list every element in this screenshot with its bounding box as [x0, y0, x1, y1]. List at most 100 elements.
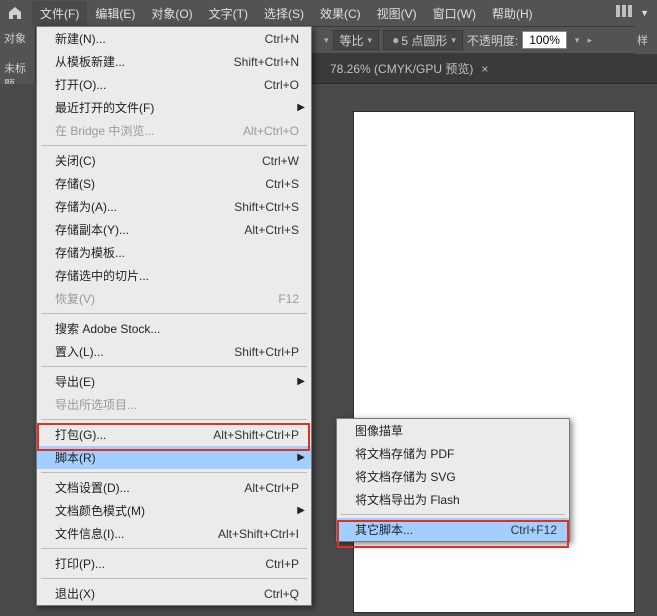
- menu-item-label: 将文档存储为 SVG: [355, 468, 557, 485]
- menu-item-label: 在 Bridge 中浏览...: [55, 122, 243, 139]
- layout-icon[interactable]: [616, 5, 632, 21]
- file-menu-item[interactable]: 文件信息(I)...Alt+Shift+Ctrl+I: [37, 522, 311, 545]
- menu-shortcut: Ctrl+S: [265, 177, 299, 191]
- file-menu-item[interactable]: 存储为(A)...Shift+Ctrl+S: [37, 195, 311, 218]
- right-panel-stub[interactable]: 样: [635, 26, 657, 54]
- chevron-down-icon[interactable]: ▼: [640, 8, 649, 18]
- menu-item-label: 存储(S): [55, 175, 265, 192]
- left-panel-stub: 对象 未标题: [0, 26, 36, 84]
- menu-item-label: 导出(E): [55, 373, 299, 390]
- menu-item-label: 搜索 Adobe Stock...: [55, 320, 299, 337]
- menu-shortcut: Ctrl+W: [262, 154, 299, 168]
- menu-item-label: 打印(P)...: [55, 555, 265, 572]
- submenu-arrow-icon: ▶: [297, 102, 305, 113]
- file-menu-item[interactable]: 存储为模板...: [37, 241, 311, 264]
- script-menu-item[interactable]: 图像描草: [337, 419, 569, 442]
- menu-shortcut: Ctrl+F12: [511, 523, 557, 537]
- menu-effect[interactable]: 效果(C): [312, 1, 369, 26]
- menu-separator: [41, 145, 307, 146]
- menu-select[interactable]: 选择(S): [256, 1, 312, 26]
- menu-item-label: 将文档导出为 Flash: [355, 491, 557, 508]
- menu-item-label: 恢复(V): [55, 290, 278, 307]
- file-menu-item: 导出所选项目...: [37, 393, 311, 416]
- file-menu-item[interactable]: 打印(P)...Ctrl+P: [37, 552, 311, 575]
- file-menu-item[interactable]: 打包(G)...Alt+Shift+Ctrl+P: [37, 423, 311, 446]
- script-menu-item[interactable]: 将文档存储为 SVG: [337, 465, 569, 488]
- menu-separator: [41, 366, 307, 367]
- file-menu-item[interactable]: 最近打开的文件(F)▶: [37, 96, 311, 119]
- menu-help[interactable]: 帮助(H): [484, 1, 541, 26]
- document-tab[interactable]: 78.26% (CMYK/GPU 预览) ×: [318, 54, 500, 83]
- options-bar: ▾ 等比▾ ●5 点圆形▾ 不透明度: 100% ▾ ▸: [312, 26, 635, 54]
- file-menu-item[interactable]: 关闭(C)Ctrl+W: [37, 149, 311, 172]
- chevron-down-icon[interactable]: ▾: [324, 35, 329, 46]
- submenu-arrow-icon: ▶: [297, 452, 305, 463]
- menu-item-label: 关闭(C): [55, 152, 262, 169]
- menu-item-label: 存储选中的切片...: [55, 267, 299, 284]
- file-menu-item[interactable]: 新建(N)...Ctrl+N: [37, 27, 311, 50]
- compare-dropdown[interactable]: 等比▾: [333, 30, 380, 50]
- file-menu-item[interactable]: 从模板新建...Shift+Ctrl+N: [37, 50, 311, 73]
- file-menu-item[interactable]: 存储副本(Y)...Alt+Ctrl+S: [37, 218, 311, 241]
- menu-item-label: 图像描草: [355, 422, 557, 439]
- menu-item-label: 存储为(A)...: [55, 198, 234, 215]
- file-menu-item[interactable]: 打开(O)...Ctrl+O: [37, 73, 311, 96]
- opacity-label: 不透明度:: [467, 32, 518, 49]
- menu-item-label: 打开(O)...: [55, 76, 264, 93]
- chevron-down-icon[interactable]: ▾: [575, 35, 580, 46]
- stub-line1: 对象: [4, 30, 31, 46]
- file-menu-item[interactable]: 脚本(R)▶: [37, 446, 311, 469]
- file-menu-item[interactable]: 存储选中的切片...: [37, 264, 311, 287]
- menu-item-label: 新建(N)...: [55, 30, 265, 47]
- file-menu-item[interactable]: 置入(L)...Shift+Ctrl+P: [37, 340, 311, 363]
- document-tabbar: 78.26% (CMYK/GPU 预览) ×: [312, 54, 657, 84]
- menu-separator: [41, 472, 307, 473]
- menu-view[interactable]: 视图(V): [369, 1, 425, 26]
- chevron-right-icon[interactable]: ▸: [587, 35, 592, 46]
- file-menu-item[interactable]: 文档颜色模式(M)▶: [37, 499, 311, 522]
- file-menu-item[interactable]: 搜索 Adobe Stock...: [37, 317, 311, 340]
- file-menu-item: 恢复(V)F12: [37, 287, 311, 310]
- menu-separator: [341, 514, 565, 515]
- menu-shortcut: Shift+Ctrl+P: [234, 345, 299, 359]
- stroke-dropdown[interactable]: ●5 点圆形▾: [383, 30, 463, 50]
- menu-file[interactable]: 文件(F): [32, 1, 87, 26]
- file-menu-item[interactable]: 退出(X)Ctrl+Q: [37, 582, 311, 605]
- menu-item-label: 从模板新建...: [55, 53, 234, 70]
- compare-label: 等比: [340, 32, 364, 49]
- opacity-value[interactable]: 100%: [522, 31, 567, 49]
- submenu-arrow-icon: ▶: [297, 505, 305, 516]
- menu-item-label: 导出所选项目...: [55, 396, 299, 413]
- menu-separator: [41, 548, 307, 549]
- menu-object[interactable]: 对象(O): [143, 1, 200, 26]
- script-menu-item[interactable]: 其它脚本...Ctrl+F12: [337, 518, 569, 541]
- menu-window[interactable]: 窗口(W): [425, 1, 484, 26]
- menu-separator: [41, 419, 307, 420]
- menu-item-label: 打包(G)...: [55, 426, 213, 443]
- menubar: 文件(F) 编辑(E) 对象(O) 文字(T) 选择(S) 效果(C) 视图(V…: [0, 0, 657, 26]
- menu-text[interactable]: 文字(T): [201, 1, 256, 26]
- file-dropdown: 新建(N)...Ctrl+N从模板新建...Shift+Ctrl+N打开(O).…: [36, 26, 312, 606]
- tab-title: 78.26% (CMYK/GPU 预览): [330, 60, 473, 77]
- file-menu-item[interactable]: 存储(S)Ctrl+S: [37, 172, 311, 195]
- menu-shortcut: Alt+Ctrl+P: [244, 481, 299, 495]
- file-menu-item: 在 Bridge 中浏览...Alt+Ctrl+O: [37, 119, 311, 142]
- home-icon[interactable]: [6, 4, 24, 22]
- menu-edit[interactable]: 编辑(E): [87, 1, 143, 26]
- menu-shortcut: Ctrl+P: [265, 557, 299, 571]
- script-menu-item[interactable]: 将文档存储为 PDF: [337, 442, 569, 465]
- menu-item-label: 文档设置(D)...: [55, 479, 244, 496]
- menu-item-label: 置入(L)...: [55, 343, 234, 360]
- script-menu-item[interactable]: 将文档导出为 Flash: [337, 488, 569, 511]
- menu-item-label: 将文档存储为 PDF: [355, 445, 557, 462]
- stroke-label: 5 点圆形: [401, 32, 447, 49]
- menu-shortcut: Ctrl+O: [264, 78, 299, 92]
- menu-item-label: 退出(X): [55, 585, 264, 602]
- menu-shortcut: Ctrl+Q: [264, 587, 299, 601]
- close-icon[interactable]: ×: [481, 62, 488, 76]
- menu-item-label: 最近打开的文件(F): [55, 99, 299, 116]
- menu-item-label: 存储为模板...: [55, 244, 299, 261]
- file-menu-item[interactable]: 文档设置(D)...Alt+Ctrl+P: [37, 476, 311, 499]
- file-menu-item[interactable]: 导出(E)▶: [37, 370, 311, 393]
- menu-shortcut: Alt+Shift+Ctrl+I: [218, 527, 299, 541]
